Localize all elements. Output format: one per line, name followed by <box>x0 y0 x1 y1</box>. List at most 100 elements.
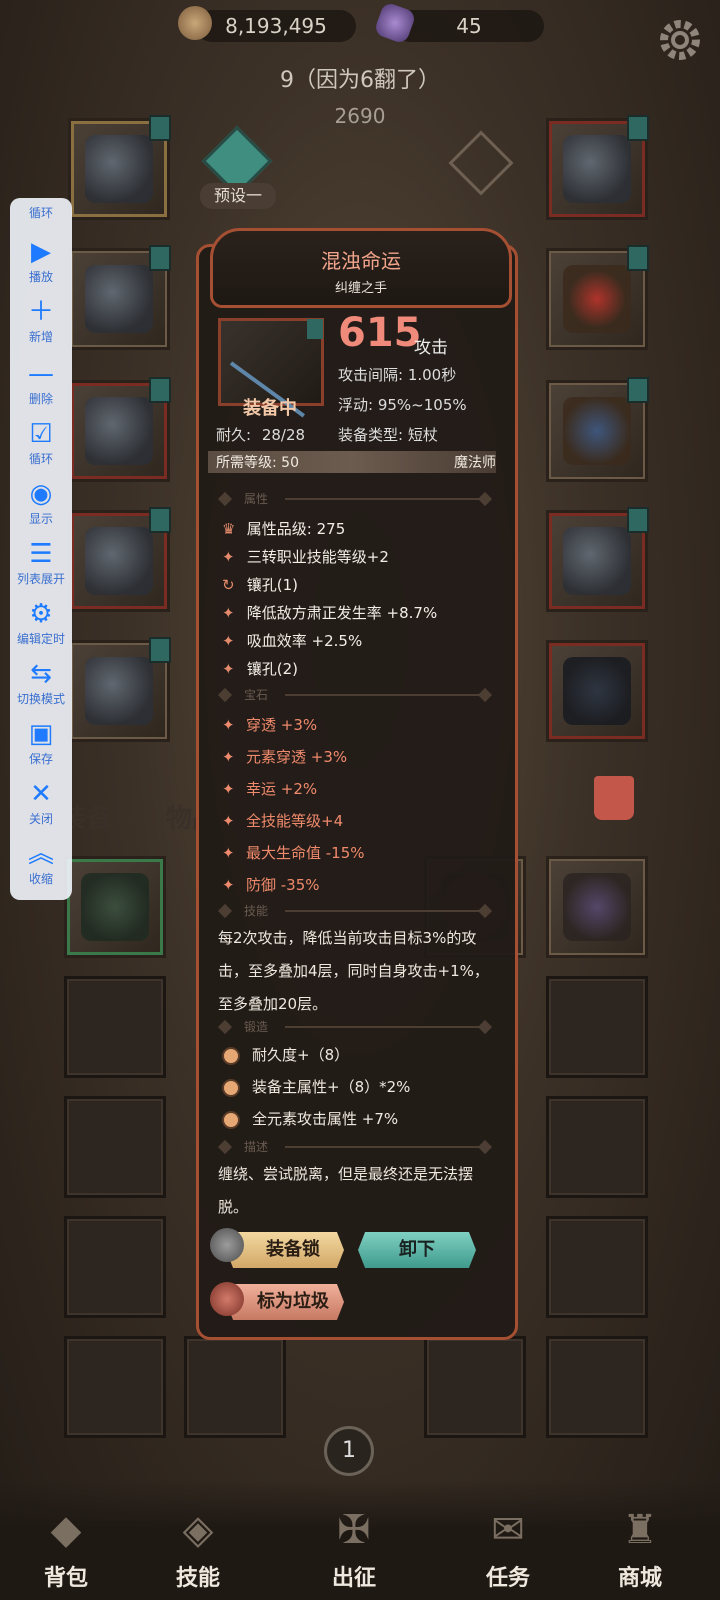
toolbar-label: 循环 <box>28 206 53 220</box>
unequip-button[interactable]: 卸下 <box>358 1232 476 1268</box>
minus-icon: — <box>28 359 54 389</box>
trash-bag-icon <box>210 1282 244 1316</box>
attr-row: ♛ 属性品级: 275 <box>222 518 345 539</box>
toolbar-collapse[interactable]: ︽ 收缩 <box>10 838 72 887</box>
item-header: 混浊命运 纠缠之手 <box>210 228 512 308</box>
nav-skills[interactable]: ◈ 技能 <box>138 1500 258 1592</box>
section-divider <box>285 910 485 912</box>
inventory-item-cape[interactable] <box>64 856 166 958</box>
slot-tag <box>149 507 171 533</box>
section-desc-title: 描述 <box>244 1140 269 1154</box>
toolbar-label: 显示 <box>28 512 53 526</box>
gem-row: ✦ 全技能等级+4 <box>222 810 343 831</box>
attr-text: 镶孔(1) <box>246 576 299 594</box>
inventory-slot[interactable] <box>546 1096 648 1198</box>
equip-slot-armor[interactable] <box>68 377 171 482</box>
forge-dot-icon <box>222 1110 240 1129</box>
equip-slot-pet[interactable] <box>546 640 648 742</box>
toolbar-play[interactable]: ▶ 播放 <box>10 236 72 285</box>
nav-quests[interactable]: ✉ 任务 <box>448 1500 568 1592</box>
gem-text: 防御 -35% <box>246 876 320 894</box>
forge-text: 装备主属性+（8）*2% <box>252 1078 411 1096</box>
settings-gear-icon[interactable] <box>654 14 706 66</box>
toolbar-loop-header[interactable]: 循环 <box>10 204 72 221</box>
equip-slot-cape[interactable] <box>68 245 171 350</box>
toolbar-label: 循环 <box>28 452 53 466</box>
inventory-slot[interactable] <box>424 1336 526 1438</box>
nav-shop[interactable]: ♜ 商城 <box>580 1500 700 1592</box>
equip-slot-boots[interactable] <box>68 637 171 742</box>
equip-lock-label: 装备锁 <box>266 1239 320 1260</box>
inventory-slot[interactable] <box>64 976 166 1078</box>
inventory-item-staff[interactable] <box>546 856 648 958</box>
inventory-slot[interactable] <box>546 976 648 1078</box>
trash-can-icon[interactable] <box>594 776 634 820</box>
toolbar-label: 删除 <box>28 392 53 406</box>
nav-label: 商城 <box>617 1566 662 1591</box>
gem-star-icon: ✦ <box>222 812 235 830</box>
equip-slot-helmet[interactable] <box>68 115 171 220</box>
staff-art <box>563 873 631 941</box>
toolbar-label: 收缩 <box>28 872 53 886</box>
toolbar-close[interactable]: ✕ 关闭 <box>10 778 72 827</box>
nav-battle[interactable]: ✠ 出征 <box>294 1500 414 1592</box>
section-divider <box>285 1026 485 1028</box>
inventory-slot[interactable] <box>546 1216 648 1318</box>
toolbar-save[interactable]: ▣ 保存 <box>10 718 72 767</box>
play-icon: ▶ <box>31 237 51 267</box>
inventory-slot[interactable] <box>546 1336 648 1438</box>
equip-slot-offhand[interactable] <box>546 377 649 482</box>
quest-icon: ✉ <box>491 1507 525 1553</box>
close-icon: ✕ <box>30 779 52 809</box>
gold-counter: 8,193,495 <box>196 10 356 42</box>
toolbar-label: 关闭 <box>28 812 53 826</box>
slot-tag <box>627 377 649 403</box>
attr-text: 三转职业技能等级+2 <box>246 548 389 566</box>
wand-art <box>563 527 631 595</box>
gold-amount: 8,193,495 <box>225 14 327 38</box>
equip-slot-pants[interactable] <box>68 507 171 612</box>
list-expand-icon: ☰ <box>29 539 53 569</box>
pants-art <box>85 527 153 595</box>
inventory-slot[interactable] <box>64 1216 166 1318</box>
toolbar-edit-timer[interactable]: ⚙ 编辑定时 <box>10 598 72 647</box>
toolbar-label: 播放 <box>28 270 53 284</box>
item-subtitle: 纠缠之手 <box>334 281 387 296</box>
gem-text: 穿透 +3% <box>246 716 318 734</box>
equip-slot-ring[interactable] <box>546 245 649 350</box>
mark-trash-label: 标为垃圾 <box>257 1291 329 1312</box>
equip-slot-weapon[interactable] <box>546 507 649 612</box>
save-icon: ▣ <box>28 719 54 749</box>
inventory-slot[interactable] <box>64 1096 166 1198</box>
slot-tag <box>149 637 171 663</box>
forge-text: 耐久度+（8） <box>252 1046 350 1064</box>
equip-slot-necklace[interactable] <box>546 115 649 220</box>
preset-button[interactable]: 预设一 <box>200 183 276 209</box>
toolbar-label: 切换模式 <box>16 692 65 706</box>
toolbar-delete[interactable]: — 删除 <box>10 358 72 407</box>
toolbar-switch-mode[interactable]: ⇆ 切换模式 <box>10 658 72 707</box>
gem-star-icon: ✦ <box>222 780 235 798</box>
inventory-slot[interactable] <box>64 1336 166 1438</box>
page-indicator[interactable]: 1 <box>324 1426 374 1476</box>
inventory-slot[interactable] <box>184 1336 286 1438</box>
wolf-mask-art <box>563 657 631 725</box>
nav-backpack[interactable]: ◆ 背包 <box>6 1500 126 1592</box>
attr-row: ✦ 三转职业技能等级+2 <box>222 546 389 567</box>
gem-text: 元素穿透 +3% <box>246 748 348 766</box>
gold-coin-icon <box>178 6 212 40</box>
skill-icon: ◈ <box>182 1507 214 1553</box>
gear-icon: ⚙ <box>29 599 53 629</box>
forge-dot-icon <box>222 1078 240 1097</box>
toolbar-show[interactable]: ◉ 显示 <box>10 478 72 527</box>
toolbar-add[interactable]: ＋ 新增 <box>10 296 72 345</box>
toolbar-loop[interactable]: ☑ 循环 <box>10 418 72 467</box>
collapse-icon: ︽ <box>27 839 54 869</box>
attr-text: 吸血效率 +2.5% <box>246 632 363 650</box>
equip-lock-button[interactable]: 装备锁 <box>226 1232 344 1268</box>
spark-icon: ✦ <box>222 632 235 650</box>
class-diamond-icon[interactable] <box>448 130 514 196</box>
cage-helmet-art <box>85 135 153 203</box>
checkbox-icon: ☑ <box>29 419 53 449</box>
toolbar-list-expand[interactable]: ☰ 列表展开 <box>10 538 72 587</box>
